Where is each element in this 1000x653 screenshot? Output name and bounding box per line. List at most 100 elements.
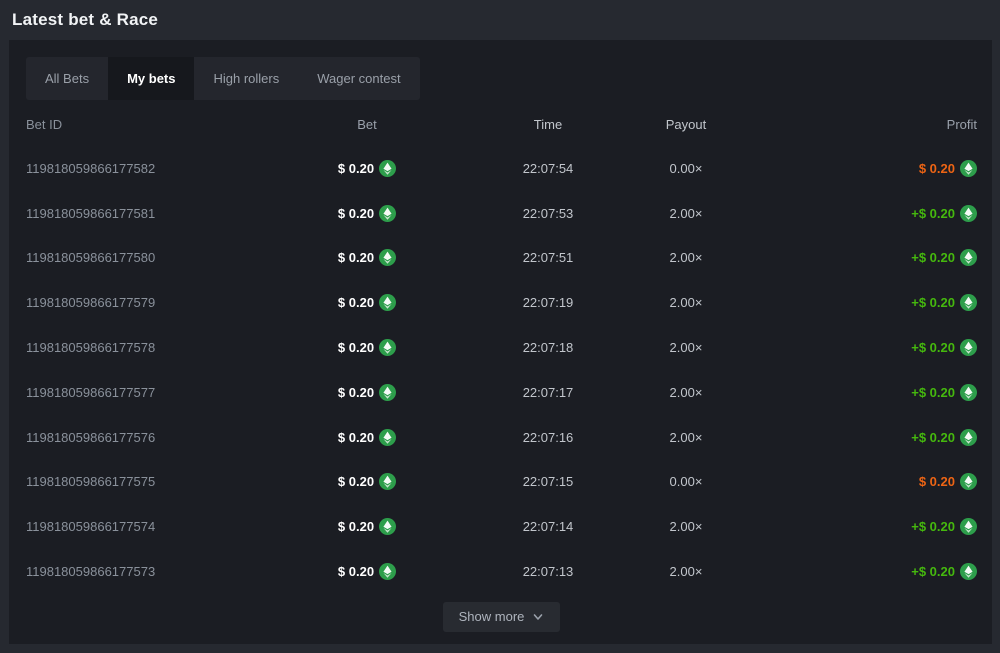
profit-cell: +$ 0.20 [736, 429, 977, 446]
green-eth-coin-icon [960, 205, 977, 222]
green-eth-coin-icon [960, 384, 977, 401]
profit-cell: $ 0.20 [736, 473, 977, 490]
tab-all-bets[interactable]: All Bets [26, 57, 108, 100]
tab-high-rollers[interactable]: High rollers [194, 57, 298, 100]
payout-cell: 2.00× [636, 295, 736, 310]
table-row: 119818059866177578 $ 0.20 22:07:182.00× +$ … [26, 325, 977, 370]
payout-cell: 0.00× [636, 474, 736, 489]
bets-table-body: 119818059866177582$ 0.2022:07:540.00×$ 0… [26, 146, 977, 594]
bet-amount-cell: $ 0.20 [274, 429, 460, 446]
profit-value: +$ 0.20 [911, 295, 955, 310]
bet-amount-value: $ 0.20 [338, 430, 374, 445]
bet-id-cell: 119818059866177582 [26, 161, 274, 176]
payout-cell: 2.00× [636, 385, 736, 400]
profit-value: +$ 0.20 [911, 519, 955, 534]
green-eth-coin-icon [379, 205, 396, 222]
payout-cell: 0.00× [636, 161, 736, 176]
payout-cell: 2.00× [636, 430, 736, 445]
show-more-button[interactable]: Show more [443, 602, 561, 632]
tab-my-bets[interactable]: My bets [108, 57, 194, 100]
show-more-container: Show more [26, 602, 977, 632]
bet-id-cell: 119818059866177575 [26, 474, 274, 489]
bet-amount-value: $ 0.20 [338, 474, 374, 489]
table-row: 119818059866177574 $ 0.20 22:07:142.00× +$ … [26, 504, 977, 549]
time-cell: 22:07:15 [460, 474, 636, 489]
profit-value: $ 0.20 [919, 161, 955, 176]
green-eth-coin-icon [379, 518, 396, 535]
green-eth-coin-icon [960, 563, 977, 580]
payout-cell: 2.00× [636, 250, 736, 265]
bet-id-cell: 119818059866177579 [26, 295, 274, 310]
green-eth-coin-icon [960, 294, 977, 311]
bet-amount-value: $ 0.20 [338, 206, 374, 221]
time-cell: 22:07:53 [460, 206, 636, 221]
profit-cell: +$ 0.20 [736, 294, 977, 311]
bet-id-cell: 119818059866177580 [26, 250, 274, 265]
green-eth-coin-icon [960, 429, 977, 446]
time-cell: 22:07:54 [460, 161, 636, 176]
bet-amount-cell: $ 0.20 [274, 294, 460, 311]
green-eth-coin-icon [379, 339, 396, 356]
show-more-label: Show more [459, 609, 525, 624]
table-row: 119818059866177581$ 0.2022:07:532.00×+$ … [26, 191, 977, 236]
bet-amount-value: $ 0.20 [338, 564, 374, 579]
green-eth-coin-icon [379, 429, 396, 446]
time-cell: 22:07:16 [460, 430, 636, 445]
bet-amount-cell: $ 0.20 [274, 563, 460, 580]
bet-amount-value: $ 0.20 [338, 161, 374, 176]
profit-cell: $ 0.20 [736, 160, 977, 177]
page-title: Latest bet & Race [12, 10, 158, 30]
time-cell: 22:07:14 [460, 519, 636, 534]
table-row: 119818059866177582 $ 0.20 22:07:540.00× $ 0… [26, 146, 977, 191]
bet-id-cell: 119818059866177574 [26, 519, 274, 534]
bet-amount-cell: $ 0.20 [274, 473, 460, 490]
table-row: 119818059866177577$ 0.2022:07:172.00×+$ … [26, 370, 977, 415]
bet-amount-cell: $ 0.20 [274, 518, 460, 535]
profit-cell: +$ 0.20 [736, 518, 977, 535]
column-header-time: Time [460, 117, 636, 132]
time-cell: 22:07:13 [460, 564, 636, 579]
bet-amount-value: $ 0.20 [338, 385, 374, 400]
table-row: 119818059866177576 $ 0.20 22:07:162.00× +$ … [26, 415, 977, 460]
profit-value: +$ 0.20 [911, 430, 955, 445]
green-eth-coin-icon [960, 473, 977, 490]
green-eth-coin-icon [379, 473, 396, 490]
chevron-down-icon [532, 611, 544, 623]
profit-value: +$ 0.20 [911, 564, 955, 579]
green-eth-coin-icon [960, 518, 977, 535]
payout-cell: 2.00× [636, 564, 736, 579]
bet-id-cell: 119818059866177576 [26, 430, 274, 445]
column-header-bet: Bet [274, 117, 460, 132]
green-eth-coin-icon [379, 384, 396, 401]
bet-amount-value: $ 0.20 [338, 340, 374, 355]
bet-amount-value: $ 0.20 [338, 250, 374, 265]
table-header-row: Bet IDBetTimePayoutProfit [26, 109, 977, 139]
bet-amount-cell: $ 0.20 [274, 205, 460, 222]
green-eth-coin-icon [379, 249, 396, 266]
column-header-bet-id: Bet ID [26, 117, 274, 132]
profit-cell: +$ 0.20 [736, 563, 977, 580]
green-eth-coin-icon [960, 249, 977, 266]
profit-value: +$ 0.20 [911, 385, 955, 400]
profit-value: +$ 0.20 [911, 340, 955, 355]
column-header-profit: Profit [736, 117, 977, 132]
bet-id-cell: 119818059866177577 [26, 385, 274, 400]
bet-amount-cell: $ 0.20 [274, 249, 460, 266]
payout-cell: 2.00× [636, 206, 736, 221]
bet-amount-cell: $ 0.20 [274, 160, 460, 177]
tab-wager-contest[interactable]: Wager contest [298, 57, 419, 100]
profit-cell: +$ 0.20 [736, 384, 977, 401]
payout-cell: 2.00× [636, 340, 736, 355]
profit-value: $ 0.20 [919, 474, 955, 489]
payout-cell: 2.00× [636, 519, 736, 534]
table-row: 119818059866177580$ 0.2022:07:512.00×+$ … [26, 236, 977, 281]
time-cell: 22:07:51 [460, 250, 636, 265]
green-eth-coin-icon [379, 294, 396, 311]
green-eth-coin-icon [960, 339, 977, 356]
bet-amount-value: $ 0.20 [338, 519, 374, 534]
profit-cell: +$ 0.20 [736, 339, 977, 356]
bet-id-cell: 119818059866177573 [26, 564, 274, 579]
bet-amount-cell: $ 0.20 [274, 384, 460, 401]
time-cell: 22:07:18 [460, 340, 636, 355]
bet-id-cell: 119818059866177578 [26, 340, 274, 355]
